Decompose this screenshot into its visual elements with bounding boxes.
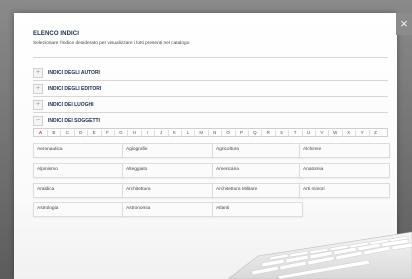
section-subjects[interactable]: − INDICI DEI SOGGETTI [33, 116, 388, 126]
letter-separator [127, 129, 129, 137]
letter-separator [47, 129, 48, 137]
letter-separator [100, 129, 102, 137]
letter-separator [248, 129, 249, 137]
divider [33, 80, 388, 81]
keyboard-image [227, 231, 412, 279]
subject-item[interactable]: Arti minori [299, 183, 390, 198]
modal-subtitle: Selezionare l'indice desiderato per visu… [33, 41, 190, 46]
section-authors[interactable]: + INDICI DEGLI AUTORI [33, 68, 388, 78]
section-label: INDICI DEGLI EDITORI [48, 85, 102, 92]
expand-icon[interactable]: + [33, 84, 43, 94]
letter-filter-z[interactable]: Z [371, 130, 380, 135]
letter-separator [207, 129, 209, 137]
letter-filter-h[interactable]: H [130, 130, 139, 135]
subject-item[interactable]: Alchimie [299, 143, 390, 158]
letter-filter-m[interactable]: M [197, 130, 206, 135]
letter-filter-i[interactable]: I [143, 130, 152, 135]
letter-filter-a[interactable]: A [36, 130, 45, 135]
letter-separator [181, 129, 182, 137]
subject-item[interactable]: Araldica [33, 183, 124, 198]
letter-filter-g[interactable]: G [116, 130, 125, 135]
letter-filter-s[interactable]: S [277, 130, 286, 135]
section-label: INDICI DEGLI AUTORI [48, 69, 100, 76]
subject-item[interactable]: Aeronautica [33, 143, 124, 158]
section-places[interactable]: + INDICI DEI LUOGHI [33, 100, 388, 110]
letter-filter-b[interactable]: B [49, 130, 58, 135]
letter-filter-q[interactable]: Q [250, 130, 259, 135]
subject-item[interactable]: Alteggiato [122, 163, 213, 178]
letter-separator [288, 129, 290, 137]
section-publishers[interactable]: + INDICI DEGLI EDITORI [33, 84, 388, 94]
letter-filter-l[interactable]: L [183, 130, 192, 135]
subject-item[interactable]: Architettura Militare [212, 183, 303, 198]
close-icon: × [400, 16, 408, 31]
letter-filter-y[interactable]: Y [358, 130, 367, 135]
letter-filter-n[interactable]: N [210, 130, 219, 135]
close-button[interactable]: × [396, 13, 412, 35]
letter-filter-d[interactable]: D [76, 130, 85, 135]
letter-filter-j[interactable]: J [157, 130, 166, 135]
letter-filter-w[interactable]: W [331, 130, 340, 135]
letter-separator [261, 129, 263, 137]
subject-item[interactable]: Astronomia [122, 202, 213, 217]
letter-filter-f[interactable]: F [103, 130, 112, 135]
letter-separator [114, 129, 115, 137]
letter-filter-r[interactable]: R [264, 130, 273, 135]
expand-icon[interactable]: + [33, 100, 43, 110]
letter-separator [87, 129, 89, 137]
letter-separator [274, 129, 276, 137]
letter-separator [234, 129, 236, 137]
subject-item[interactable]: Agiografie [122, 143, 213, 158]
letter-filter-p[interactable]: P [237, 130, 246, 135]
subject-item[interactable]: Alpinismo [33, 163, 124, 178]
letter-separator [355, 129, 357, 137]
letter-separator [341, 129, 343, 137]
letter-separator [315, 129, 316, 137]
subject-item[interactable]: Architettura [122, 183, 213, 198]
letter-separator [60, 129, 62, 137]
letter-separator [368, 129, 370, 137]
letter-separator [140, 129, 142, 137]
alphabet-filter-bar: ABCDEFGHIJKLMNOPQRSTUVWXYZ [33, 128, 388, 137]
letter-filter-v[interactable]: V [317, 130, 326, 135]
letter-separator [73, 129, 75, 137]
collapse-icon[interactable]: − [33, 116, 43, 126]
divider [33, 57, 388, 58]
letter-filter-e[interactable]: E [90, 130, 99, 135]
subject-item[interactable]: Agricoltura [212, 143, 303, 158]
modal-title: ELENCO INDICI [33, 31, 79, 37]
letter-filter-u[interactable]: U [304, 130, 313, 135]
subject-item[interactable]: Anatomia [299, 163, 390, 178]
letter-filter-t[interactable]: T [291, 130, 300, 135]
subject-item[interactable]: Americana [212, 163, 303, 178]
expand-icon[interactable]: + [33, 68, 43, 78]
letter-separator [194, 129, 196, 137]
letter-filter-o[interactable]: O [224, 130, 233, 135]
divider [33, 112, 388, 113]
letter-separator [301, 129, 303, 137]
letter-separator [221, 129, 223, 137]
letter-filter-x[interactable]: X [344, 130, 353, 135]
subject-item[interactable]: Atlanti [212, 202, 303, 217]
letter-separator [154, 129, 156, 137]
letter-filter-k[interactable]: K [170, 130, 179, 135]
letter-filter-c[interactable]: C [63, 130, 72, 135]
letter-separator [167, 129, 169, 137]
letter-separator [328, 129, 330, 137]
divider [33, 96, 388, 97]
subject-item[interactable]: Astrologia [33, 202, 124, 217]
section-label: INDICI DEI SOGGETTI [48, 117, 100, 124]
section-label: INDICI DEI LUOGHI [48, 101, 94, 108]
